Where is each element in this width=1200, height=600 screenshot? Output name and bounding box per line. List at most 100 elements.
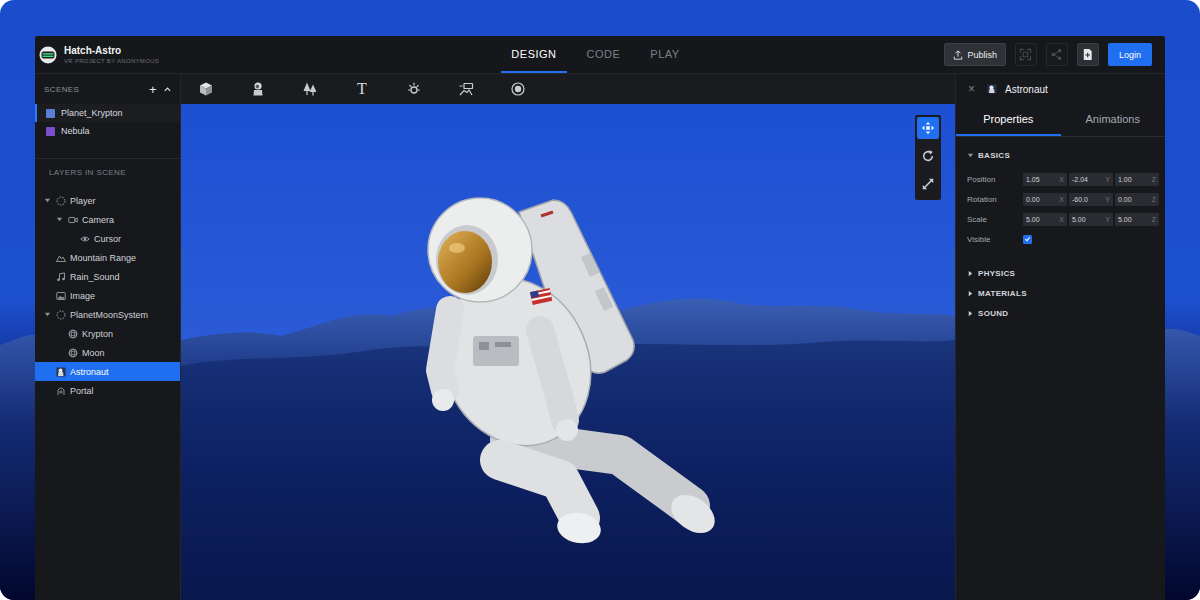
brand-text: Hatch-Astro VR PROJECT BY ANONYMOUS bbox=[64, 45, 159, 64]
scene-item[interactable]: Planet_Krypton bbox=[35, 104, 180, 122]
group-icon bbox=[56, 196, 66, 206]
inspector-tab[interactable]: Properties bbox=[956, 104, 1061, 136]
section-header[interactable]: BASICS bbox=[967, 145, 1156, 165]
add-page-icon bbox=[1081, 48, 1094, 61]
layer-item[interactable]: Rain_Sound bbox=[35, 267, 180, 286]
section-title: MATERIALS bbox=[978, 289, 1027, 298]
move-tool-button[interactable] bbox=[917, 117, 939, 139]
axis-label: Z bbox=[1152, 196, 1156, 203]
project-subtitle: VR PROJECT BY ANONYMOUS bbox=[64, 58, 159, 64]
target-tool[interactable] bbox=[510, 80, 526, 98]
portal-icon bbox=[56, 386, 66, 396]
field-value: -2.04 bbox=[1072, 176, 1088, 183]
layer-tree: Player Camera Cursor Mountain Range Rain… bbox=[35, 191, 180, 400]
text-tool[interactable]: T bbox=[354, 80, 370, 98]
inspector-panel: × Astronaut PropertiesAnimations BASICS … bbox=[955, 74, 1165, 600]
add-scene-button[interactable]: + bbox=[149, 83, 157, 96]
add-object-toolbar: T bbox=[181, 74, 955, 104]
cube-tool[interactable] bbox=[198, 80, 214, 98]
field-value: 0.00 bbox=[1026, 196, 1040, 203]
mode-tab[interactable]: PLAY bbox=[640, 36, 689, 73]
section-caret-icon[interactable] bbox=[967, 310, 974, 317]
number-field[interactable]: 1.05 X bbox=[1023, 173, 1067, 186]
field-value: 5.00 bbox=[1026, 216, 1040, 223]
number-field[interactable]: 0.00 X bbox=[1023, 193, 1067, 206]
property-section: PHYSICS bbox=[967, 263, 1156, 283]
character-icon bbox=[250, 81, 266, 97]
section-header[interactable]: SOUND bbox=[967, 303, 1156, 323]
publish-button[interactable]: Publish bbox=[944, 43, 1006, 66]
expand-caret-icon[interactable] bbox=[44, 311, 51, 318]
collapse-chevron-icon[interactable] bbox=[163, 85, 172, 94]
text-tool-icon: T bbox=[357, 81, 367, 97]
mode-tab[interactable]: CODE bbox=[577, 36, 631, 73]
scene-thumbnail bbox=[46, 127, 55, 136]
layer-item[interactable]: Portal bbox=[35, 381, 180, 400]
layer-item[interactable]: Astronaut bbox=[35, 362, 180, 381]
inspector-tab[interactable]: Animations bbox=[1061, 104, 1166, 136]
sky bbox=[181, 104, 955, 600]
terrain-icon bbox=[56, 253, 66, 263]
section-body: Position 1.05 X-2.04 Y1.00 ZRotation 0.0… bbox=[967, 165, 1156, 263]
scene-canvas[interactable] bbox=[181, 104, 955, 600]
move-icon bbox=[921, 121, 935, 135]
section-caret-icon[interactable] bbox=[967, 290, 974, 297]
scene-item[interactable]: Nebula bbox=[35, 122, 180, 140]
layer-name: Rain_Sound bbox=[70, 272, 120, 282]
number-field[interactable]: -2.04 Y bbox=[1069, 173, 1113, 186]
layer-name: PlanetMoonSystem bbox=[70, 310, 148, 320]
login-button[interactable]: Login bbox=[1108, 43, 1152, 66]
axis-label: Z bbox=[1152, 176, 1156, 183]
check-icon bbox=[1024, 235, 1031, 243]
light-tool[interactable] bbox=[406, 80, 422, 98]
number-field[interactable]: 1.00 Z bbox=[1115, 173, 1159, 186]
layer-item[interactable]: Mountain Range bbox=[35, 248, 180, 267]
astronaut-model[interactable] bbox=[414, 198, 721, 547]
trees-tool[interactable] bbox=[302, 80, 318, 98]
layer-item[interactable]: Moon bbox=[35, 343, 180, 362]
section-header[interactable]: MATERIALS bbox=[967, 283, 1156, 303]
section-caret-icon[interactable] bbox=[967, 270, 974, 277]
expand-caret-icon[interactable] bbox=[44, 197, 51, 204]
layer-name: Moon bbox=[82, 348, 105, 358]
number-field[interactable]: -60.0 Y bbox=[1069, 193, 1113, 206]
axis-label: Y bbox=[1105, 176, 1110, 183]
scene-thumbnail bbox=[46, 109, 55, 118]
rotate-tool-button[interactable] bbox=[915, 142, 941, 170]
layer-item[interactable]: Krypton bbox=[35, 324, 180, 343]
sphere-icon bbox=[68, 348, 78, 358]
share-button[interactable] bbox=[1046, 43, 1068, 66]
sign-tool[interactable] bbox=[458, 80, 474, 98]
number-field[interactable]: 5.00 X bbox=[1023, 213, 1067, 226]
expand-caret-icon[interactable] bbox=[56, 216, 63, 223]
fullscreen-button[interactable] bbox=[1015, 43, 1037, 66]
layers-header: LAYERS IN SCENE bbox=[35, 159, 180, 191]
group-icon bbox=[56, 310, 66, 320]
number-field[interactable]: 5.00 Z bbox=[1115, 213, 1159, 226]
scale-tool-button[interactable] bbox=[915, 170, 941, 198]
layer-item[interactable]: Cursor bbox=[35, 229, 180, 248]
number-field[interactable]: 0.00 Z bbox=[1115, 193, 1159, 206]
layer-item[interactable]: Player bbox=[35, 191, 180, 210]
panel-divider bbox=[35, 158, 180, 159]
field-value: 1.00 bbox=[1118, 176, 1132, 183]
model-icon bbox=[56, 367, 66, 377]
mode-tab[interactable]: DESIGN bbox=[501, 36, 566, 73]
transform-row: Position 1.05 X-2.04 Y1.00 Z bbox=[967, 169, 1156, 189]
scene-name: Planet_Krypton bbox=[61, 108, 123, 118]
add-page-button[interactable] bbox=[1077, 43, 1099, 66]
layer-name: Image bbox=[70, 291, 95, 301]
visible-checkbox[interactable] bbox=[1023, 235, 1032, 244]
section-header[interactable]: PHYSICS bbox=[967, 263, 1156, 283]
top-bar: Hatch-Astro VR PROJECT BY ANONYMOUS DESI… bbox=[35, 36, 1165, 74]
layer-item[interactable]: Image bbox=[35, 286, 180, 305]
cursor-icon bbox=[80, 234, 90, 244]
section-caret-icon[interactable] bbox=[967, 152, 974, 159]
number-field[interactable]: 5.00 Y bbox=[1069, 213, 1113, 226]
character-tool[interactable] bbox=[250, 80, 266, 98]
layer-item[interactable]: PlanetMoonSystem bbox=[35, 305, 180, 324]
layer-item[interactable]: Camera bbox=[35, 210, 180, 229]
viewport[interactable] bbox=[181, 104, 955, 600]
transform-tools bbox=[915, 115, 941, 200]
close-button[interactable]: × bbox=[968, 83, 975, 95]
